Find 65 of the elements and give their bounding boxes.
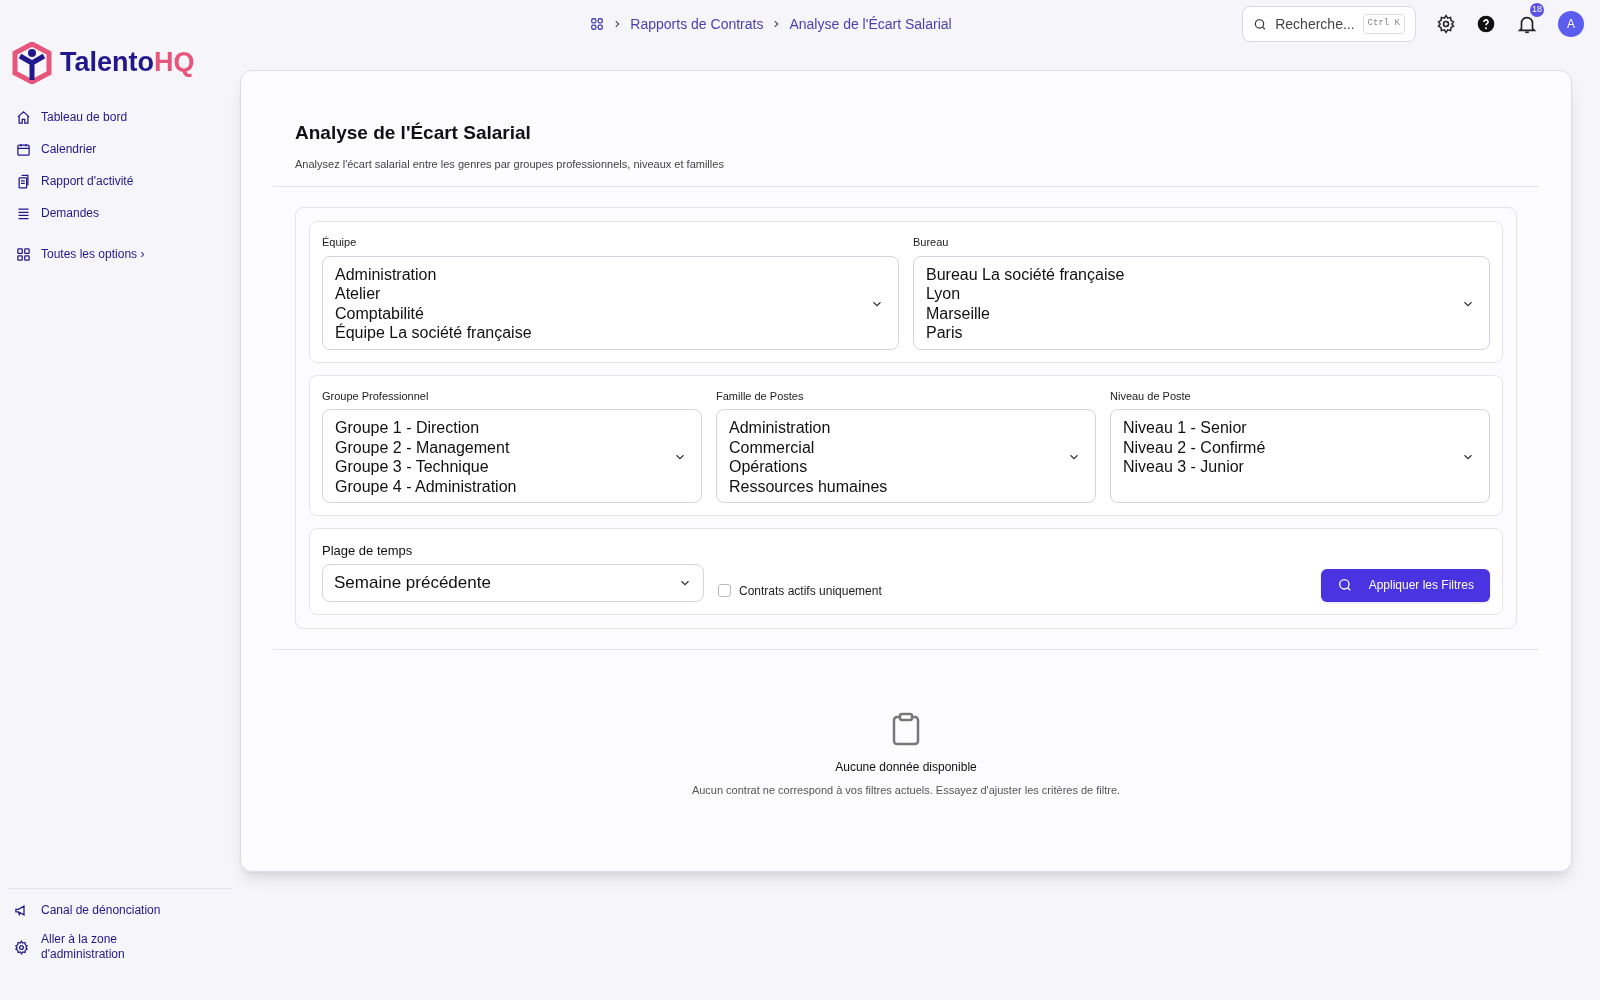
sidebar-item[interactable]: Rapport d'activité — [16, 171, 240, 191]
settings-icon — [14, 939, 29, 955]
sidebar-item[interactable]: Aller à la zone d'administration — [14, 932, 154, 962]
multi-select[interactable]: Groupe 1 - Direction Groupe 2 - Management Groupe 3 - Technique Groupe 4 - Administration — [322, 409, 702, 503]
field-label: Bureau — [913, 235, 950, 250]
sidebar-item[interactable]: Tableau de bord — [16, 107, 240, 127]
multi-select[interactable]: Administration Atelier Comptabilité Équipe La société française — [322, 255, 899, 350]
select-option[interactable]: Commercial — [729, 437, 888, 457]
search-icon — [1253, 16, 1268, 32]
select-option[interactable]: Groupe 3 - Technique — [335, 457, 517, 477]
select-option[interactable]: Niveau 2 - Confirmé — [1123, 437, 1266, 457]
empty-state-message: Aucun contrat ne correspond à vos filtres actuels. Essayez d'ajuster les critères de filtre. — [691, 782, 1121, 798]
user-avatar[interactable]: A — [1558, 11, 1584, 37]
select-option[interactable]: Groupe 2 - Management — [335, 437, 517, 457]
field-label: Famille de Postes — [716, 388, 805, 404]
breadcrumb-link[interactable]: Rapports de Contrats — [630, 13, 764, 35]
time-range-select[interactable]: Semaine précédente — [322, 563, 704, 602]
brand-name: TalentoHQ — [60, 46, 195, 80]
field-label: Plage de temps — [322, 542, 414, 560]
page-subtitle: Analysez l'écart salarial entre les genres par groupes professionnels, niveaux et familles — [295, 156, 725, 172]
page-title: Analyse de l'Écart Salarial — [295, 121, 532, 145]
field-label: Groupe Professionnel — [322, 388, 430, 404]
field-label: Équipe — [322, 235, 358, 250]
select-option[interactable]: Lyon — [926, 284, 1125, 304]
select-option[interactable]: Administration — [335, 264, 532, 284]
select-option[interactable]: Comptabilité — [335, 303, 532, 323]
select-option[interactable]: Groupe 4 - Administration — [335, 476, 517, 496]
select-option[interactable]: Groupe 1 - Direction — [335, 418, 517, 438]
breadcrumb-link[interactable]: Analyse de l'Écart Salarial — [789, 13, 952, 35]
sidebar-item[interactable]: Canal de dénonciation — [14, 903, 194, 918]
sidebar-item[interactable]: Calendrier — [16, 139, 240, 159]
select-option[interactable]: Niveau 3 - Junior — [1123, 457, 1266, 477]
grid-icon — [16, 246, 31, 262]
select-option[interactable]: Ressources humaines — [729, 476, 888, 496]
multi-select[interactable]: Administration Commercial Opérations Ressources humaines — [716, 409, 1096, 503]
logo-icon — [12, 41, 52, 84]
calendar-icon — [16, 141, 31, 157]
select-option[interactable]: Paris — [926, 323, 1125, 343]
field-label: Niveau de Poste — [1110, 388, 1192, 404]
multi-select[interactable]: Niveau 1 - Senior Niveau 2 - Confirmé Niveau 3 - Junior — [1110, 409, 1490, 503]
clipboard-icon — [16, 173, 31, 189]
home-icon — [16, 109, 31, 125]
sidebar-item[interactable]: Demandes — [16, 203, 240, 223]
notification-count: 18 — [1530, 3, 1544, 17]
checkbox[interactable] — [718, 584, 731, 597]
select-option[interactable]: Bureau La société française — [926, 264, 1125, 284]
checkbox-label: Contrats actifs uniquement — [739, 582, 882, 600]
select-option[interactable]: Atelier — [335, 284, 532, 304]
clipboard-icon — [891, 711, 921, 746]
select-option[interactable]: Marseille — [926, 303, 1125, 323]
list-icon — [16, 205, 31, 221]
empty-state-title: Aucune donnée disponible — [835, 758, 977, 776]
shortcut-hint: Ctrl K — [1362, 14, 1405, 34]
all-options-link[interactable]: Toutes les options › — [16, 245, 240, 263]
apply-filters-button[interactable]: Appliquer les Filtres — [1320, 568, 1490, 602]
grid-icon[interactable] — [590, 17, 605, 31]
select-option[interactable]: Opérations — [729, 457, 888, 477]
search-field[interactable]: Recherche... Ctrl K — [1242, 6, 1416, 42]
select-option[interactable]: Équipe La société française — [335, 323, 532, 343]
multi-select[interactable]: Bureau La société française Lyon Marseille Paris — [913, 255, 1490, 350]
search-icon — [1336, 577, 1353, 593]
settings-icon[interactable] — [1436, 14, 1456, 34]
select-option[interactable]: Niveau 1 - Senior — [1123, 418, 1266, 438]
help-icon[interactable] — [1476, 14, 1496, 34]
select-option[interactable]: Administration — [729, 418, 888, 438]
